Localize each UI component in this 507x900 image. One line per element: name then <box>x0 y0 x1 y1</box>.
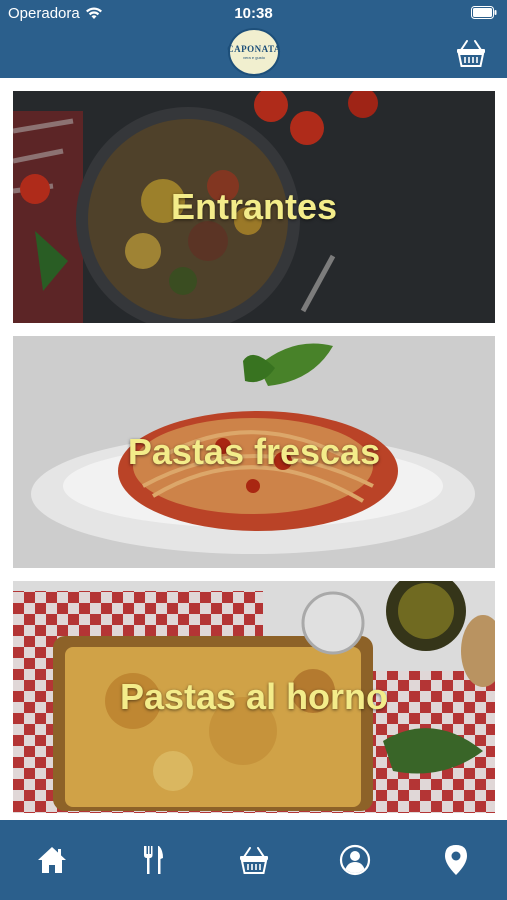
tab-cart[interactable] <box>236 842 272 878</box>
tab-profile[interactable] <box>337 842 373 878</box>
user-icon <box>339 844 371 876</box>
battery-icon <box>471 6 497 19</box>
tab-location[interactable] <box>438 842 474 878</box>
category-card-pastas-frescas[interactable]: Pastas frescas <box>13 336 495 568</box>
tab-menu[interactable] <box>135 842 171 878</box>
tab-home[interactable] <box>34 842 70 878</box>
category-card-pastas-al-horno[interactable]: Pastas al horno <box>13 581 495 813</box>
fork-knife-icon <box>144 846 163 874</box>
brand-logo[interactable]: CAPONATA vera e gusto <box>227 28 281 76</box>
app-header: Operadora 10:38 CAPONATA vera e gusto <box>0 0 507 78</box>
home-icon <box>38 847 66 873</box>
basket-icon <box>240 847 268 874</box>
category-title: Entrantes <box>170 186 338 227</box>
category-title: Pastas frescas <box>127 431 381 472</box>
category-list: Entrantes Pastas frescas Pastas al horno <box>13 91 495 826</box>
status-bar: Operadora 10:38 <box>0 0 507 26</box>
basket-icon[interactable] <box>455 38 487 68</box>
bottom-tab-bar <box>0 820 507 900</box>
clock: 10:38 <box>234 5 273 22</box>
location-pin-icon <box>445 845 467 875</box>
logo-text: CAPONATA <box>227 44 281 54</box>
logo-subtext: vera e gusto <box>242 55 265 60</box>
category-title: Pastas al horno <box>119 676 389 717</box>
category-card-entrantes[interactable]: Entrantes <box>13 91 495 323</box>
